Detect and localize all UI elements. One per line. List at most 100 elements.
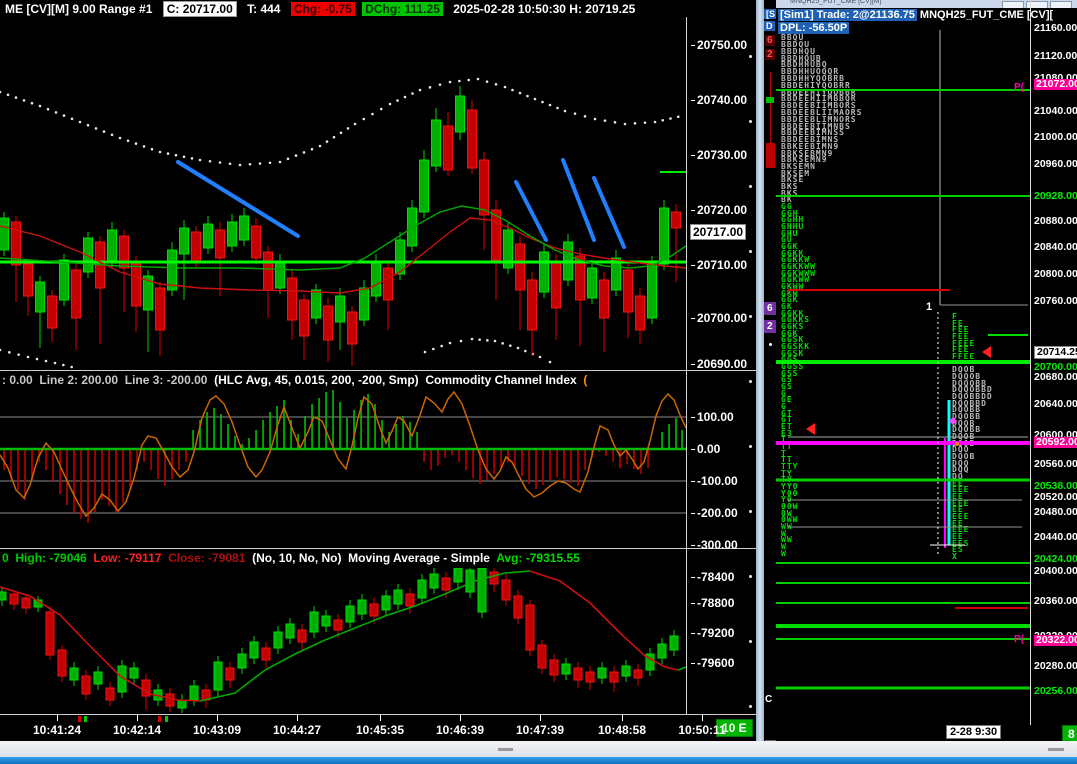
candle-body (429, 573, 439, 589)
tpo-row: FFEE (952, 352, 975, 361)
trading-app-root: ME [CV][M] 9.00 Range #1 C: 20717.00 T: … (0, 0, 1077, 764)
cci-histogram-bar (115, 449, 117, 512)
time-axis[interactable]: 10 E 10:41:24 10:42:14 10:43:09 10:44:27 10:… (0, 715, 756, 741)
hidden-chart-window[interactable]: [S D 6 2 6 2 C (764, 0, 776, 757)
band-dot (94, 127, 98, 130)
band-dot (30, 101, 34, 105)
band-dot (533, 97, 537, 101)
sliver-red-digit: 2 (765, 49, 775, 60)
candle (263, 246, 273, 318)
axis-color-mark (84, 716, 87, 722)
dom-tpo-chart[interactable]: BBQUBBDQUBBDHQUBBDHQUBBBDHHUBQBBDHHUOQQR… (776, 0, 1030, 725)
ma-line-segment (677, 666, 686, 671)
candle (177, 694, 187, 713)
candle (105, 682, 115, 706)
candle-body (573, 667, 583, 681)
band-dot (396, 99, 399, 102)
band-dot (653, 120, 657, 124)
chart-header-bar: ME [CV][M] 9.00 Range #1 C: 20717.00 T: … (2, 1, 642, 17)
candle-body (59, 259, 69, 301)
band-dot (17, 353, 20, 356)
cci-histogram-bar (143, 449, 145, 462)
candle-body (585, 671, 595, 683)
candle (143, 270, 153, 352)
candle (551, 254, 561, 340)
candle (0, 588, 7, 606)
sliver-c-label: C (765, 694, 773, 705)
candle (251, 218, 261, 264)
main-price-chart[interactable] (0, 17, 686, 370)
dom-price-label: 20322.00 (1034, 635, 1077, 646)
cci-histogram-bar (416, 432, 418, 449)
cci-scale-label: -200.00 (691, 506, 738, 520)
cci-histogram-bar (640, 449, 642, 474)
band-dot (35, 357, 39, 361)
cci-histogram-bar (367, 394, 369, 449)
candle (381, 590, 391, 616)
splitter-dot (749, 575, 752, 578)
price-scale[interactable]: 20750.00 20740.00 20730.00 20720.00 20710.00… (686, 0, 756, 715)
cci-histogram-bar (668, 424, 670, 449)
cci-histogram-bar (108, 449, 110, 506)
candle-body (407, 207, 417, 247)
time-axis-label: 10:48:58 (597, 723, 647, 737)
right-scrollbar-thumb[interactable] (1048, 748, 1064, 751)
splitter-dot (749, 185, 752, 188)
band-dot (174, 153, 178, 157)
cci-histogram-bar (87, 449, 89, 523)
candle-body (81, 675, 91, 695)
candle-body (311, 289, 321, 319)
splitter-dot (749, 315, 752, 318)
band-dot (661, 118, 665, 122)
band-dot (548, 360, 552, 364)
candle-body (0, 591, 7, 601)
dom-price-label: 20424.00 (1034, 553, 1077, 565)
close-value-chip: C: 20717.00 (162, 1, 237, 17)
cci-study-header: : 0.00 Line 2: 200.00 Line 3: -200.00 (H… (2, 373, 587, 387)
candle (573, 662, 583, 688)
candle (215, 222, 225, 296)
candle (47, 290, 57, 342)
time-axis-tick (137, 715, 138, 721)
blue-trendline (514, 180, 548, 242)
dom-time-label: 2-28 9:30 (946, 725, 1002, 739)
band-dot (182, 155, 186, 159)
dom-price-scale[interactable]: 21160.00 21120.00 21080.00 21072.00 21040.00… (1030, 0, 1077, 725)
dom-price-label: 20714.25 (1034, 346, 1077, 359)
candle-body (477, 568, 487, 613)
cci-histogram-bar (619, 449, 621, 468)
candle (669, 630, 679, 656)
dom-time-axis[interactable]: 2-28 9:30 8 (776, 725, 1077, 742)
panel-divider (0, 548, 756, 549)
time-axis-tick (460, 715, 461, 721)
candle (443, 112, 453, 176)
dom-badge[interactable]: 8 (1062, 725, 1077, 742)
ma-indicator-panel[interactable] (0, 568, 686, 714)
time-axis-tick (622, 715, 623, 721)
cci-indicator-panel[interactable] (0, 390, 686, 547)
left-scrollbar-thumb[interactable] (498, 748, 513, 751)
band-dot (440, 344, 443, 348)
candle (525, 600, 535, 656)
candle (383, 260, 393, 330)
band-dot (583, 115, 587, 118)
candle (261, 642, 271, 668)
candle (299, 294, 309, 360)
candle (501, 574, 511, 606)
band-dot (428, 86, 432, 89)
panel-divider (0, 370, 756, 371)
window-splitter[interactable] (756, 0, 764, 757)
cci-histogram-bar (535, 449, 537, 489)
splitter-dot (749, 120, 752, 123)
candle-body (333, 619, 343, 631)
candle-body (525, 604, 535, 651)
candle-body (623, 269, 633, 313)
candle-body (417, 579, 427, 599)
candle (249, 636, 259, 664)
candle-body (597, 667, 607, 679)
candle-body (383, 267, 393, 301)
cci-histogram-bar (493, 449, 495, 474)
candle (69, 662, 79, 686)
band-dot (54, 111, 58, 114)
candle-body (287, 277, 297, 321)
